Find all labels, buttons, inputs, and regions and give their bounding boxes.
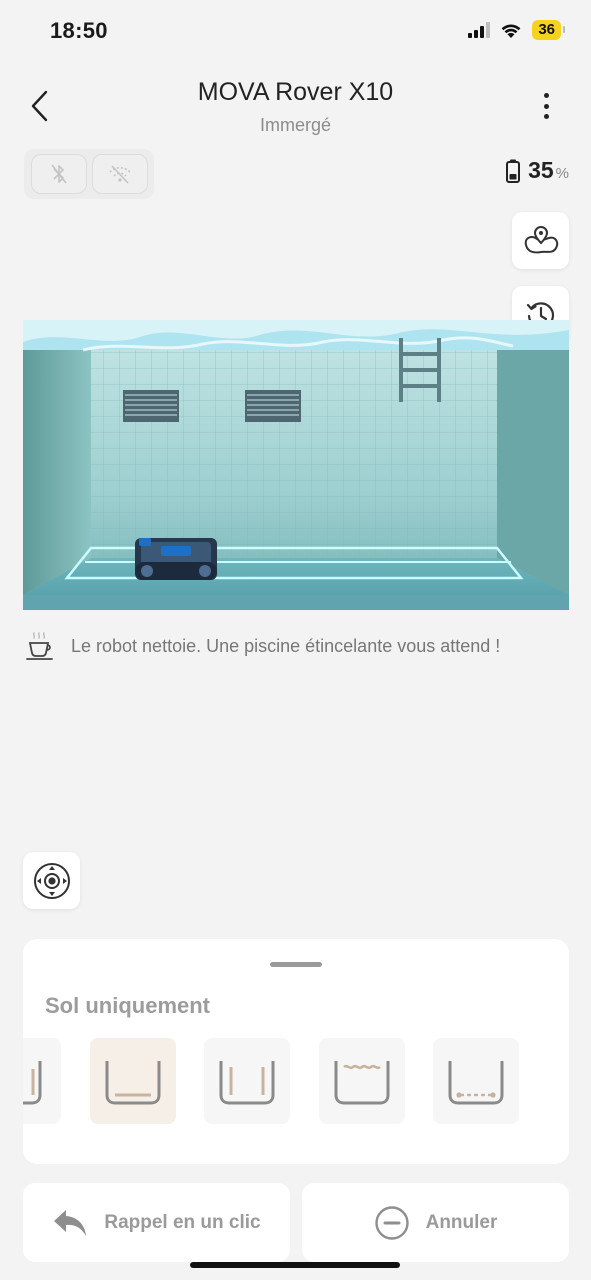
mode-option-walls[interactable]: [23, 1038, 61, 1124]
robot-illustration: [135, 538, 217, 580]
status-icons: 36: [468, 20, 565, 40]
pool-floor-walls-icon: [219, 1061, 275, 1105]
minus-circle-icon: [374, 1205, 409, 1240]
pool-waterline-icon: [334, 1061, 390, 1105]
connectivity-indicators: [24, 149, 154, 199]
device-battery: 35%: [506, 157, 569, 184]
joystick-icon: [33, 862, 70, 899]
pool-floor-icon: [105, 1061, 161, 1105]
wifi-status[interactable]: [91, 154, 148, 194]
cleaning-mode-panel: Sol uniquement: [23, 939, 569, 1164]
mode-option-waterline[interactable]: [319, 1038, 405, 1124]
battery-value: 35: [528, 157, 554, 183]
status-time: 18:50: [50, 18, 108, 43]
page-title: MOVA Rover X10: [197, 78, 394, 106]
more-options-button[interactable]: [531, 90, 561, 122]
recall-label: Rappel en un clic: [104, 1211, 261, 1233]
pool-visualization: [23, 320, 569, 610]
cancel-label: Annuler: [425, 1211, 498, 1233]
pool-map-button[interactable]: [512, 212, 569, 269]
bluetooth-off-icon: [50, 164, 67, 184]
one-click-recall-button[interactable]: Rappel en un clic: [23, 1183, 290, 1262]
mode-option-floor-walls[interactable]: [204, 1038, 290, 1124]
battery-icon: [506, 159, 521, 183]
return-arrow-icon: [54, 1209, 87, 1236]
cleaning-status-message: Le robot nettoie. Une piscine étincelant…: [25, 632, 545, 662]
home-indicator[interactable]: [190, 1262, 400, 1268]
cellular-signal-icon: [468, 22, 491, 38]
wifi-off-icon: [108, 165, 131, 184]
remote-control-button[interactable]: [23, 852, 80, 909]
cancel-button[interactable]: Annuler: [302, 1183, 569, 1262]
phone-battery-icon: 36: [532, 20, 565, 40]
mode-option-custom[interactable]: [433, 1038, 519, 1124]
drag-handle[interactable]: [270, 962, 322, 967]
status-message-text: Le robot nettoie. Une piscine étincelant…: [71, 636, 501, 656]
more-vertical-icon: [543, 93, 549, 98]
battery-unit: %: [555, 165, 569, 182]
coffee-cup-icon: [26, 632, 53, 660]
pool-walls-icon: [23, 1061, 42, 1105]
pool-map-icon: [524, 225, 558, 253]
device-status-subtitle: Immergé: [259, 115, 331, 135]
bluetooth-status[interactable]: [30, 154, 87, 194]
wifi-icon: [501, 23, 521, 38]
pool-dotted-floor-icon: [448, 1061, 504, 1105]
selected-mode-label: Sol uniquement: [45, 993, 210, 1018]
mode-option-floor-only[interactable]: [90, 1038, 176, 1124]
mode-carousel[interactable]: [23, 1038, 569, 1124]
